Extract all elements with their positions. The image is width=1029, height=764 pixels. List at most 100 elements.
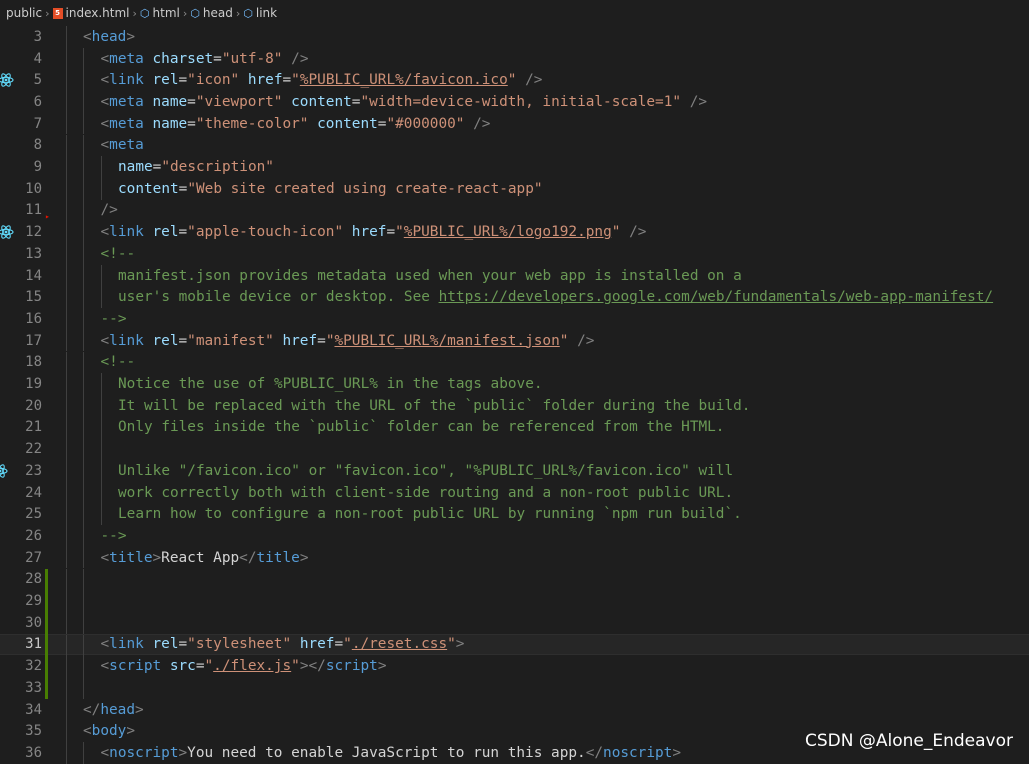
line-number[interactable]: 28 (16, 571, 42, 587)
punctuation: /> (629, 224, 647, 241)
code-line[interactable]: 34 </head> (0, 698, 1029, 721)
string-value: "manifest" (187, 332, 274, 349)
code-line[interactable]: 10 content="Web site created using create… (0, 177, 1029, 200)
code-line[interactable]: 33 (0, 677, 1029, 699)
line-number[interactable]: 15 (16, 289, 42, 305)
attribute-name: rel (152, 636, 179, 653)
breadcrumb-item-public[interactable]: public (6, 6, 42, 20)
code-line[interactable]: 28 (0, 568, 1029, 591)
code-line[interactable]: 9 name="description" (0, 156, 1029, 178)
modified-line-indicator[interactable] (45, 568, 48, 591)
code-line[interactable]: 30 (0, 611, 1029, 634)
line-number[interactable]: 11 (16, 202, 42, 218)
chevron-right-icon: › (132, 6, 137, 20)
line-number[interactable]: 13 (16, 246, 42, 262)
code-line[interactable]: 15 user's mobile device or desktop. See h… (0, 286, 1029, 309)
code-line[interactable]: 7 <meta name="theme-color" content="#0000… (0, 112, 1029, 135)
code-line[interactable]: 32 <script src="./flex.js"></script> (0, 655, 1029, 677)
comment-text: <!-- (100, 354, 136, 371)
line-number[interactable]: 10 (16, 181, 42, 197)
code-line[interactable]: 31 <link rel="stylesheet" href="./reset.c… (0, 633, 1029, 657)
string-value: " (291, 72, 300, 89)
modified-line-indicator[interactable] (45, 590, 48, 612)
code-line[interactable]: 27 <title>React App</title> (0, 546, 1029, 569)
line-number[interactable]: 23 (16, 463, 42, 479)
line-number[interactable]: 3 (16, 29, 42, 45)
code-line[interactable]: 25 Learn how to configure a non-root publ… (0, 503, 1029, 526)
code-line[interactable]: 8 <meta (0, 134, 1029, 157)
line-number[interactable]: 18 (16, 354, 42, 370)
line-number[interactable]: 9 (16, 159, 42, 175)
code-line[interactable]: 23 Unlike "/favicon.ico" or "favicon.ico"… (0, 460, 1029, 482)
breadcrumb-item-html[interactable]: ⬡ html (140, 6, 180, 20)
text-content (620, 224, 629, 240)
punctuation: < (100, 50, 110, 67)
code-line[interactable]: 17 <link rel="manifest" href="%PUBLIC_URL… (0, 329, 1029, 352)
line-number[interactable]: 26 (16, 528, 42, 544)
tag-name: title (256, 549, 300, 566)
code-line[interactable]: 4 <meta charset="utf-8" /> (0, 47, 1029, 70)
breadcrumb-item-file[interactable]: 5 index.html (52, 6, 130, 20)
code-editor[interactable]: 3 <head> 4 <meta charset="utf-8" /> 5 <link r… (0, 26, 1029, 764)
code-line[interactable]: 5 <link rel="icon" href="%PUBLIC_URL%/fav… (0, 69, 1029, 92)
indent-guide (83, 47, 84, 70)
code-line[interactable]: 16 --> (0, 308, 1029, 330)
line-number[interactable]: 24 (16, 485, 42, 501)
line-number[interactable]: 29 (16, 593, 42, 609)
modified-line-indicator[interactable] (45, 677, 48, 699)
text-content (144, 116, 153, 132)
code-line[interactable]: 22 (0, 438, 1029, 460)
line-number[interactable]: 16 (16, 311, 42, 327)
code-line[interactable]: 3 <head> (0, 26, 1029, 48)
tag-name: noscript (109, 744, 179, 761)
line-number[interactable]: 17 (16, 333, 42, 349)
punctuation: > (299, 549, 309, 566)
line-number[interactable]: 36 (16, 745, 42, 761)
code-line[interactable]: 21 Only files inside the `public` folder … (0, 416, 1029, 439)
modified-line-indicator[interactable] (45, 655, 48, 677)
code-line[interactable]: 26 --> (0, 525, 1029, 547)
line-number[interactable]: 5 (16, 72, 42, 88)
indent-guide (65, 177, 67, 200)
line-number[interactable]: 33 (16, 680, 42, 696)
punctuation: < (100, 332, 110, 349)
line-number[interactable]: 22 (16, 441, 42, 457)
code-line[interactable]: 11 /> (0, 199, 1029, 222)
line-number[interactable]: 14 (16, 268, 42, 284)
line-number[interactable]: 35 (16, 723, 42, 739)
indent-guide (65, 742, 67, 764)
line-number[interactable]: 7 (16, 116, 42, 132)
line-number[interactable]: 30 (16, 615, 42, 631)
code-line[interactable]: 20 It will be replaced with the URL of th… (0, 394, 1029, 417)
text-content (239, 72, 248, 88)
line-number[interactable]: 27 (16, 550, 42, 566)
code-line[interactable]: 12 <link rel="apple-touch-icon" href="%PU… (0, 221, 1029, 243)
line-number[interactable]: 32 (16, 658, 42, 674)
line-number[interactable]: 6 (16, 94, 42, 110)
code-line[interactable]: 14 manifest.json provides metadata used w… (0, 264, 1029, 287)
code-line[interactable]: 18 <!-- (0, 351, 1029, 374)
line-number[interactable]: 25 (16, 506, 42, 522)
line-number[interactable]: 31 (16, 636, 42, 652)
code-line[interactable]: 24 work correctly both with client-side r… (0, 481, 1029, 504)
text-content: You need to enable JavaScript to run thi… (187, 744, 586, 761)
indent-guide (100, 264, 102, 287)
modified-line-indicator[interactable] (45, 633, 48, 656)
line-number[interactable]: 21 (16, 419, 42, 435)
code-content: <meta charset="utf-8" /> (101, 51, 309, 67)
line-number[interactable]: 8 (16, 137, 42, 153)
text-content (343, 224, 352, 240)
code-line[interactable]: 29 (0, 590, 1029, 612)
line-number[interactable]: 20 (16, 398, 42, 414)
line-number[interactable]: 34 (16, 702, 42, 718)
line-number[interactable]: 19 (16, 376, 42, 392)
breadcrumb-item-head[interactable]: ⬡ head (190, 6, 233, 20)
code-line[interactable]: 19 Notice the use of %PUBLIC_URL% in the … (0, 373, 1029, 395)
breadcrumb-item-link[interactable]: ⬡ link (243, 6, 277, 20)
line-number[interactable]: 12 (16, 224, 42, 240)
code-line[interactable]: 13 <!-- (0, 243, 1029, 265)
string-value: "stylesheet" (187, 636, 292, 653)
line-number[interactable]: 4 (16, 51, 42, 67)
modified-line-indicator[interactable] (45, 611, 48, 634)
code-line[interactable]: 6 <meta name="viewport" content="width=de… (0, 91, 1029, 113)
